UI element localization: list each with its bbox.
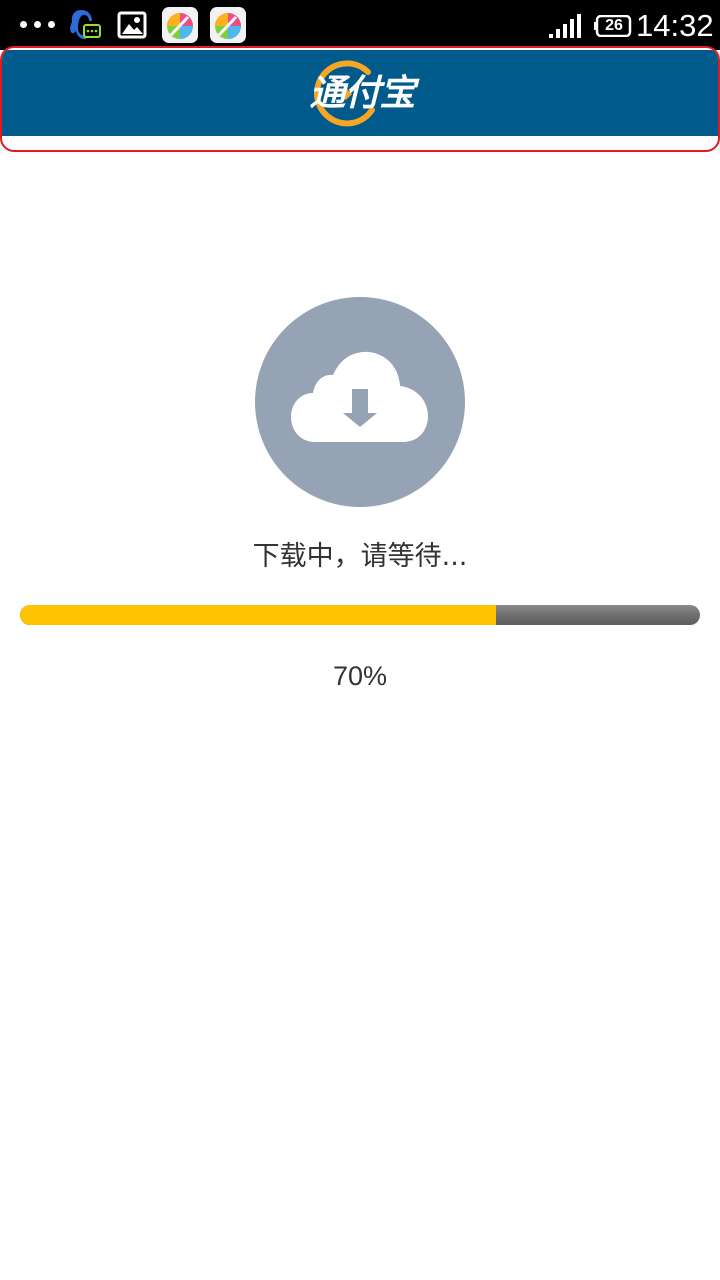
app-store-icon [210, 7, 246, 43]
download-progress-fill [20, 605, 496, 625]
clock: 14:32 [636, 8, 714, 43]
download-progress-percent: 70% [332, 661, 388, 691]
qq-message-icon [70, 10, 101, 40]
cloud-download-icon [291, 351, 428, 442]
app-logo: 通付宝 [309, 73, 415, 114]
header: 通付宝 [0, 46, 720, 152]
battery-level: 26 [605, 17, 623, 34]
app-store-icon [162, 7, 198, 43]
more-dots-icon [20, 21, 56, 29]
download-icon-circle [255, 297, 465, 507]
download-status-text: 下载中，请等待... [252, 541, 468, 572]
download-progress-bar [20, 605, 700, 625]
status-bar: 26 14:32 [0, 0, 720, 50]
gallery-icon [117, 11, 147, 39]
header-bar: 通付宝 [2, 50, 718, 136]
signal-bars-icon [549, 14, 581, 38]
